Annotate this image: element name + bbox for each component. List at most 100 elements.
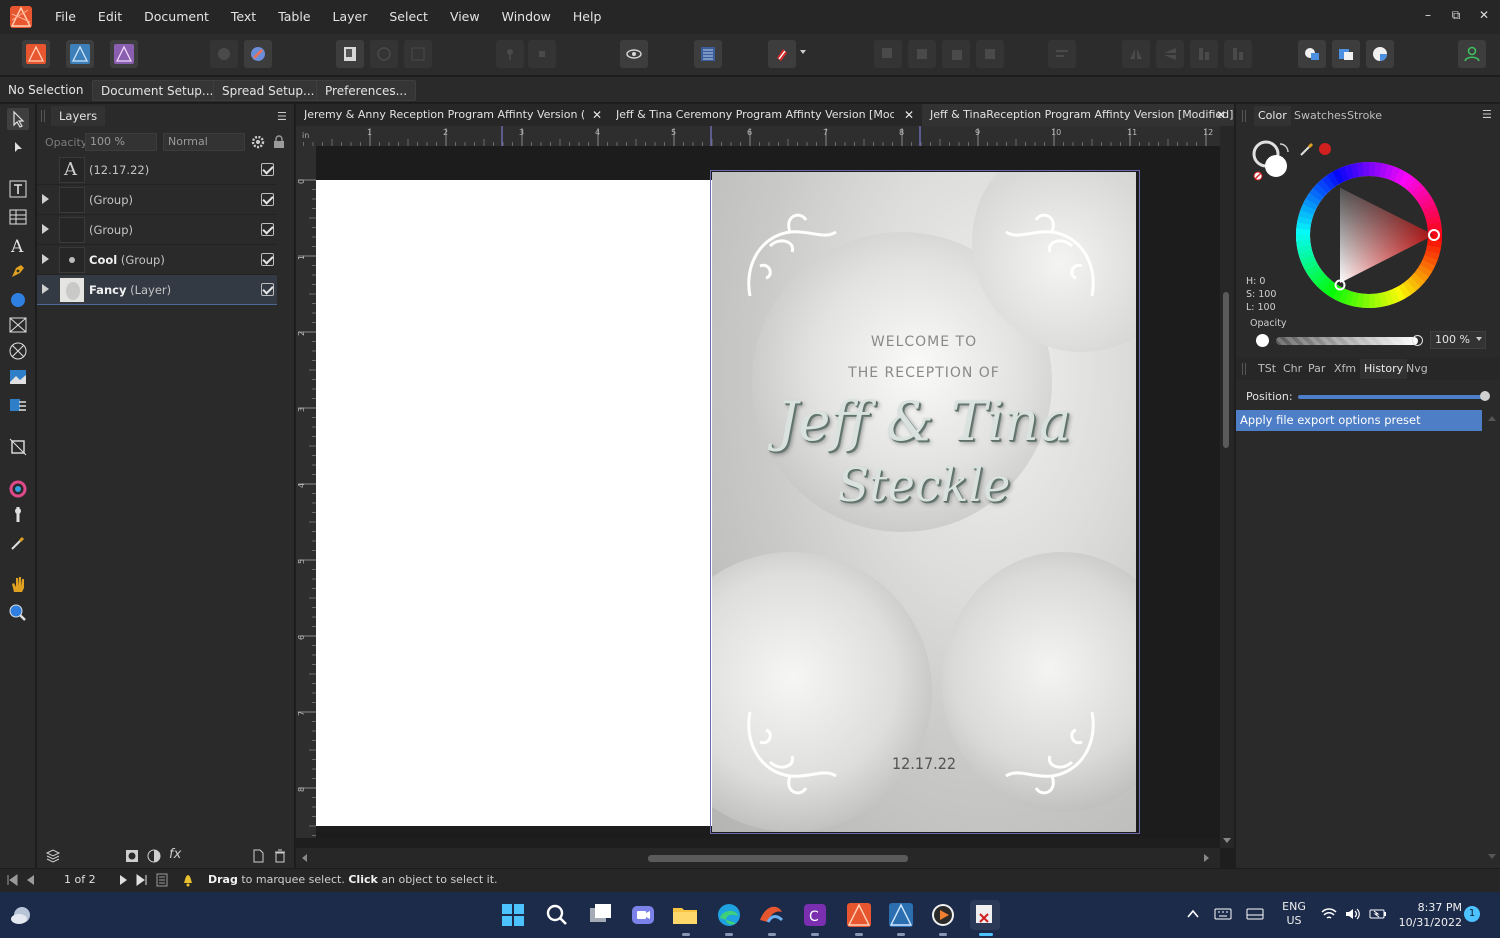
document-tab-active[interactable]: Jeff & TinaReception Program Affinty Ver… — [922, 104, 1234, 126]
publisher-persona-button[interactable] — [22, 40, 50, 68]
view-mode-button[interactable] — [336, 40, 364, 68]
vertical-scrollbar[interactable] — [1220, 126, 1234, 848]
preflight-button[interactable] — [244, 40, 272, 68]
tab-stroke[interactable]: Stroke — [1343, 106, 1386, 126]
bell-icon[interactable] — [182, 873, 194, 887]
pen-tool[interactable] — [7, 260, 29, 282]
edge-browser-icon[interactable] — [714, 900, 744, 930]
pdf-app-icon[interactable]: C — [800, 900, 830, 930]
snapping-button[interactable] — [768, 40, 796, 68]
view-tool[interactable] — [7, 574, 29, 596]
menu-table[interactable]: Table — [267, 0, 321, 34]
affinity-designer-app-icon[interactable] — [886, 900, 916, 930]
history-entry[interactable]: Apply file export options preset — [1236, 410, 1482, 431]
spread-setup-button[interactable]: Spread Setup... — [213, 80, 324, 101]
layer-visibility-checkbox[interactable] — [261, 193, 274, 206]
menu-file[interactable]: File — [44, 0, 87, 34]
tab-paragraph[interactable]: Par — [1304, 359, 1329, 379]
bleed-button[interactable] — [370, 40, 398, 68]
snipping-tool-icon[interactable] — [970, 900, 1000, 930]
fx-icon[interactable]: fx — [169, 847, 181, 862]
weather-icon[interactable] — [10, 904, 34, 926]
scroll-left-icon[interactable] — [302, 854, 307, 862]
previous-page-icon[interactable] — [24, 874, 36, 886]
panel-menu-icon[interactable]: ☰ — [277, 110, 287, 123]
layer-row[interactable]: Cool (Group) — [37, 245, 277, 275]
opacity-slider[interactable] — [1276, 337, 1418, 345]
next-page-icon[interactable] — [118, 874, 130, 886]
boolean-subtract-button[interactable] — [1332, 40, 1360, 68]
lock-icon[interactable] — [273, 135, 285, 149]
history-position-slider[interactable] — [1298, 395, 1486, 399]
picture-frame-tool[interactable] — [7, 314, 29, 336]
expand-triangle-icon[interactable] — [42, 224, 49, 234]
rotate-left-button[interactable] — [1190, 40, 1218, 68]
flip-horizontal-button[interactable] — [1122, 40, 1150, 68]
menu-text[interactable]: Text — [220, 0, 267, 34]
arrange-back-button[interactable] — [874, 40, 902, 68]
document-canvas[interactable]: WELCOME TO THE RECEPTION OF Jeff & Tina … — [316, 146, 1220, 838]
flip-vertical-button[interactable] — [1156, 40, 1184, 68]
fill-stroke-swatch[interactable] — [1250, 138, 1294, 182]
snapping-dropdown-chevron-down-icon[interactable] — [800, 50, 806, 54]
notification-badge[interactable]: 1 — [1464, 906, 1480, 922]
scroll-right-icon[interactable] — [1204, 854, 1209, 862]
close-tab-icon[interactable]: ✕ — [1216, 104, 1226, 126]
system-clock[interactable]: 8:37 PM 10/31/2022 — [1396, 900, 1462, 930]
menu-select[interactable]: Select — [378, 0, 439, 34]
current-color-swatch[interactable] — [1318, 142, 1332, 156]
margins-button[interactable] — [404, 40, 432, 68]
blend-mode-select[interactable]: Normal — [163, 133, 245, 151]
tab-layers[interactable]: Layers — [51, 106, 106, 126]
opacity-slider-knob[interactable] — [1412, 335, 1423, 346]
fill-tool[interactable] — [7, 478, 29, 500]
vertical-ruler[interactable]: 0 1 2 3 4 5 6 7 8 — [296, 146, 316, 838]
color-picker-tool[interactable] — [7, 532, 29, 554]
photo-persona-button[interactable] — [110, 40, 138, 68]
horizontal-scrollbar[interactable] — [296, 848, 1220, 868]
tab-color[interactable]: Color — [1254, 106, 1291, 126]
menu-edit[interactable]: Edit — [87, 0, 133, 34]
expand-triangle-icon[interactable] — [42, 284, 49, 294]
pin-button[interactable] — [496, 40, 524, 68]
wifi-icon[interactable] — [1320, 906, 1338, 922]
shape-tool[interactable] — [7, 288, 29, 310]
media-player-icon[interactable] — [928, 900, 958, 930]
menu-layer[interactable]: Layer — [322, 0, 379, 34]
menu-view[interactable]: View — [439, 0, 491, 34]
artistic-text-tool[interactable]: A — [7, 234, 29, 257]
left-page[interactable] — [316, 180, 712, 826]
task-view-icon[interactable] — [586, 900, 616, 930]
tab-swatches[interactable]: Swatches — [1290, 106, 1351, 126]
panel-grip-icon[interactable] — [1242, 363, 1246, 375]
chevron-down-icon[interactable] — [1476, 337, 1482, 341]
horizontal-ruler[interactable]: 1 2 3 4 5 6 7 8 9 10 11 12 — [296, 126, 1220, 146]
arrange-forward-button[interactable] — [942, 40, 970, 68]
panel-menu-icon[interactable]: ☰ — [1482, 108, 1492, 121]
layer-opacity-select[interactable]: 100 % — [85, 133, 157, 151]
document-tab[interactable]: Jeremy & Anny Reception Program Affinty … — [304, 104, 584, 126]
couple-names[interactable]: Jeff & Tina — [712, 390, 1136, 453]
volume-icon[interactable] — [1344, 906, 1362, 922]
close-button[interactable]: ✕ — [1466, 0, 1500, 30]
place-image-tool[interactable] — [7, 366, 29, 388]
close-tab-icon[interactable]: ✕ — [904, 104, 914, 126]
close-tab-icon[interactable]: ✕ — [592, 104, 602, 126]
expand-triangle-icon[interactable] — [42, 194, 49, 204]
first-page-icon[interactable] — [6, 874, 18, 886]
crop-tool[interactable] — [7, 436, 29, 458]
vertical-scrollbar-thumb[interactable] — [1223, 292, 1229, 448]
account-button[interactable] — [1458, 40, 1486, 68]
file-explorer-icon[interactable] — [670, 900, 700, 930]
document-tab[interactable]: Jeff & Tina Ceremony Program Affinty Ver… — [616, 104, 894, 126]
layer-visibility-checkbox[interactable] — [261, 163, 274, 176]
data-merge-tool[interactable] — [7, 394, 29, 416]
layer-visibility-checkbox[interactable] — [261, 283, 274, 296]
right-page-cover[interactable]: WELCOME TO THE RECEPTION OF Jeff & Tina … — [712, 172, 1136, 832]
couple-surname[interactable]: Steckle — [712, 458, 1136, 512]
event-date[interactable]: 12.17.22 — [712, 754, 1136, 773]
node-tool[interactable] — [7, 136, 29, 158]
transparency-tool[interactable] — [7, 504, 29, 526]
rotate-right-button[interactable] — [1224, 40, 1252, 68]
last-page-icon[interactable] — [136, 874, 148, 886]
